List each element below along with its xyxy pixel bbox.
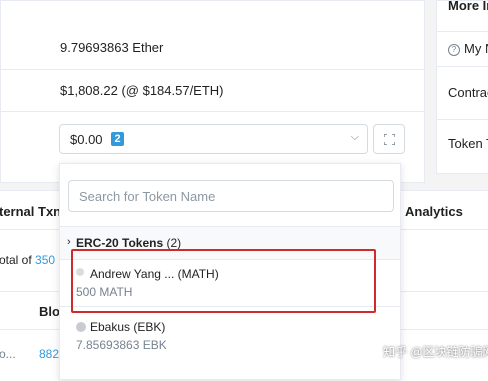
chevron-right-icon: › xyxy=(67,236,71,248)
divider xyxy=(1,111,424,112)
contract-label: Contrac xyxy=(448,85,488,100)
token-logo-icon xyxy=(76,322,86,332)
more-info-card: More In ? My N Contrac Token T xyxy=(436,0,488,174)
divider xyxy=(437,31,488,32)
block-link[interactable]: 882 xyxy=(39,347,59,361)
group-count: (2) xyxy=(166,236,182,250)
chevron-down-icon: ⌵ xyxy=(350,131,359,143)
total-prefix: otal of xyxy=(0,253,36,267)
total-count-text: otal of 350 xyxy=(0,253,55,267)
expand-icon xyxy=(384,134,395,145)
tab-internal-txns[interactable]: ternal Txn xyxy=(0,204,61,219)
tab-analytics[interactable]: Analytics xyxy=(405,204,463,219)
total-count-link[interactable]: 350 xyxy=(35,253,55,267)
token-item-ebk[interactable]: Ebakus (EBK) 7.85693863 EBK xyxy=(60,310,400,358)
divider xyxy=(437,119,488,120)
balance-value: 9.79693863 Ether xyxy=(60,40,164,55)
my-name-tag[interactable]: ? My N xyxy=(448,41,488,56)
divider xyxy=(1,69,424,70)
token-search-input[interactable] xyxy=(68,180,394,212)
question-icon: ? xyxy=(448,44,460,56)
overview-card: 9.79693863 Ether $1,808.22 (@ $184.57/ET… xyxy=(0,0,425,183)
token-tracker-label: Token T xyxy=(448,136,488,151)
token-dropdown-button[interactable]: $0.00 2 ⌵ xyxy=(59,124,368,154)
group-title-text: ERC-20 Tokens xyxy=(76,236,164,250)
column-header-block: Blo xyxy=(39,304,60,319)
my-name-label: My N xyxy=(464,41,488,56)
txn-hash-link[interactable]: o... xyxy=(0,347,16,361)
token-count-badge: 2 xyxy=(111,132,124,146)
token-amount: 7.85693863 EBK xyxy=(76,338,167,352)
divider xyxy=(437,66,488,67)
group-title: ERC-20 Tokens (2) xyxy=(76,236,181,250)
highlight-box xyxy=(71,249,376,313)
watermark-text: 知乎 @区块链防骗网 xyxy=(383,345,488,359)
ether-value: $1,808.22 (@ $184.57/ETH) xyxy=(60,83,224,98)
token-name: Ebakus (EBK) xyxy=(90,320,166,334)
expand-button[interactable] xyxy=(373,124,405,154)
more-info-title: More In xyxy=(448,0,488,13)
token-total-value: $0.00 xyxy=(70,132,103,147)
